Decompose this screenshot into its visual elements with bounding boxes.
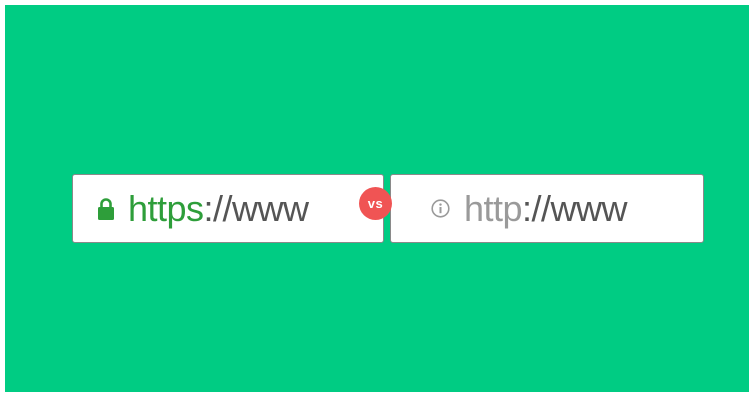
vs-badge: vs: [359, 187, 392, 220]
lock-icon: [98, 197, 114, 221]
http-scheme: http: [464, 187, 523, 229]
insecure-address-bar[interactable]: http://www: [390, 174, 704, 243]
secure-url-text: https://www: [128, 187, 310, 229]
secure-url-rest: ://www: [203, 187, 310, 229]
vs-label: vs: [367, 196, 384, 211]
secure-address-bar[interactable]: https://www: [72, 174, 384, 243]
insecure-url-text: http://www: [464, 187, 628, 229]
https-scheme: https: [128, 187, 204, 229]
info-icon: [431, 199, 450, 218]
insecure-url-rest: ://www: [522, 187, 628, 229]
